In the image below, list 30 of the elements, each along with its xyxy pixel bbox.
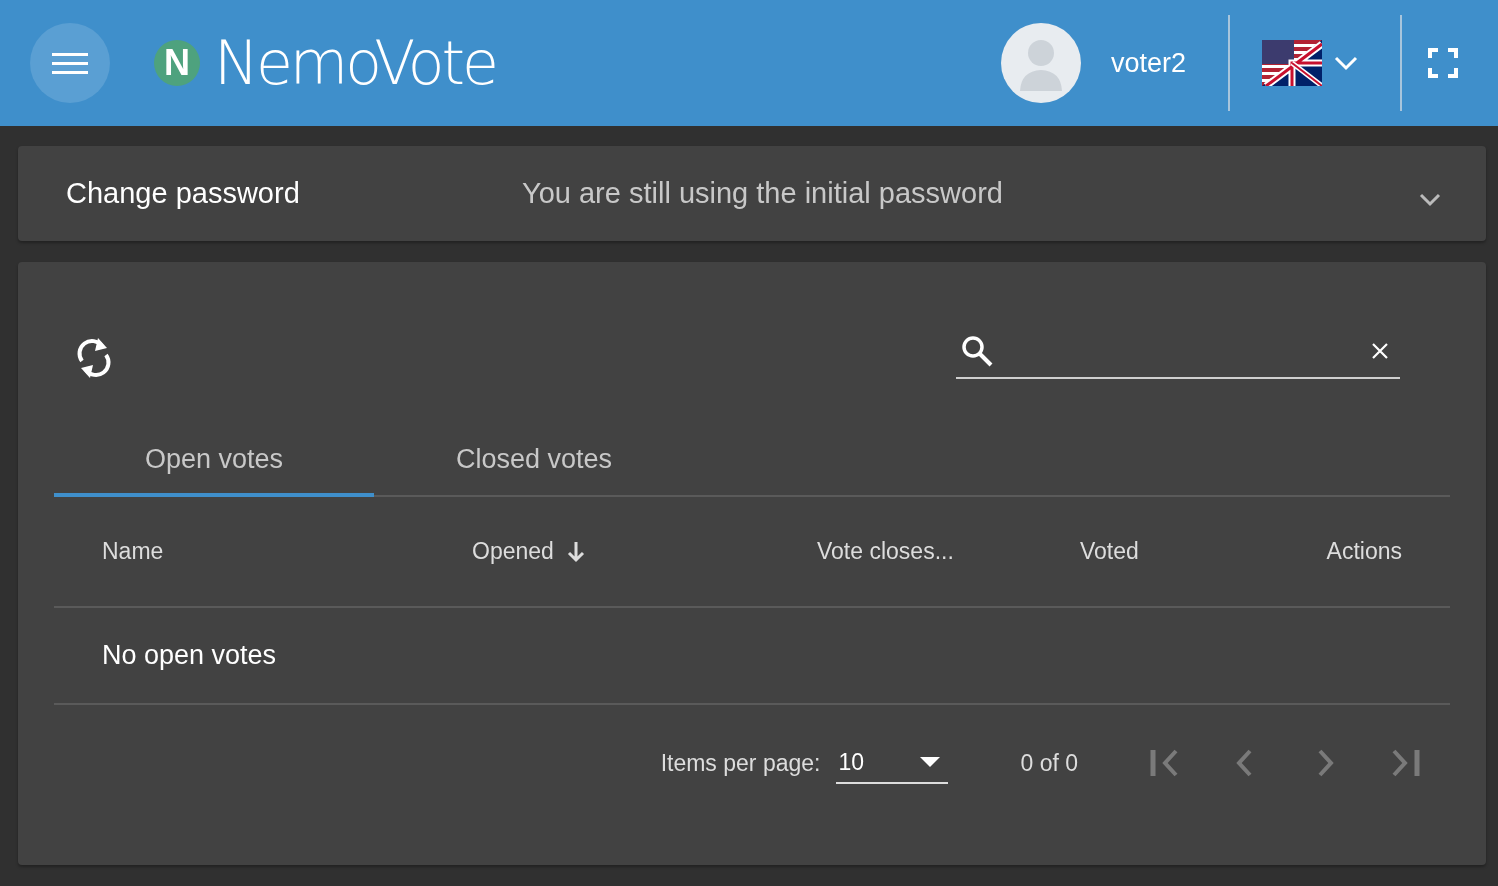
password-panel[interactable]: Change password You are still using the initial password <box>18 146 1486 241</box>
flag-icon <box>1262 40 1322 86</box>
avatar-icon <box>1000 23 1081 103</box>
search-icon <box>960 334 994 368</box>
fullscreen-button[interactable] <box>1428 48 1458 78</box>
fullscreen-icon <box>1428 48 1458 78</box>
column-header[interactable]: Name <box>102 538 164 565</box>
panel-title: Change password <box>66 177 301 210</box>
column-header[interactable]: Vote closes... <box>817 538 954 565</box>
sort-arrow-icon <box>565 539 586 564</box>
tab[interactable]: Closed votes <box>374 426 694 497</box>
chevron-down-icon <box>1334 55 1358 71</box>
menu-icon <box>52 51 88 75</box>
chevron-bar-icon <box>1150 747 1180 779</box>
panel-description: You are still using the initial password <box>522 177 1004 210</box>
empty-message: No open votes <box>102 640 277 671</box>
username: voter2 <box>1110 47 1186 79</box>
column-header[interactable]: Actions <box>1326 538 1402 565</box>
close-icon <box>1372 343 1388 359</box>
page-size-select[interactable]: 10 <box>836 742 949 784</box>
logo-text: NemoVote <box>214 33 496 93</box>
clear-button[interactable] <box>1372 343 1388 359</box>
dropdown-arrow-icon <box>920 757 941 767</box>
column-header[interactable]: Opened <box>472 538 554 565</box>
logo-badge: N <box>154 40 200 86</box>
column-header[interactable]: Voted <box>1080 538 1139 565</box>
chevron-bar-icon <box>1390 747 1420 779</box>
items-per-page-label: Items per page: <box>660 749 821 777</box>
tab[interactable]: Open votes <box>54 426 374 497</box>
page-range: 0 of 0 <box>1020 749 1078 777</box>
